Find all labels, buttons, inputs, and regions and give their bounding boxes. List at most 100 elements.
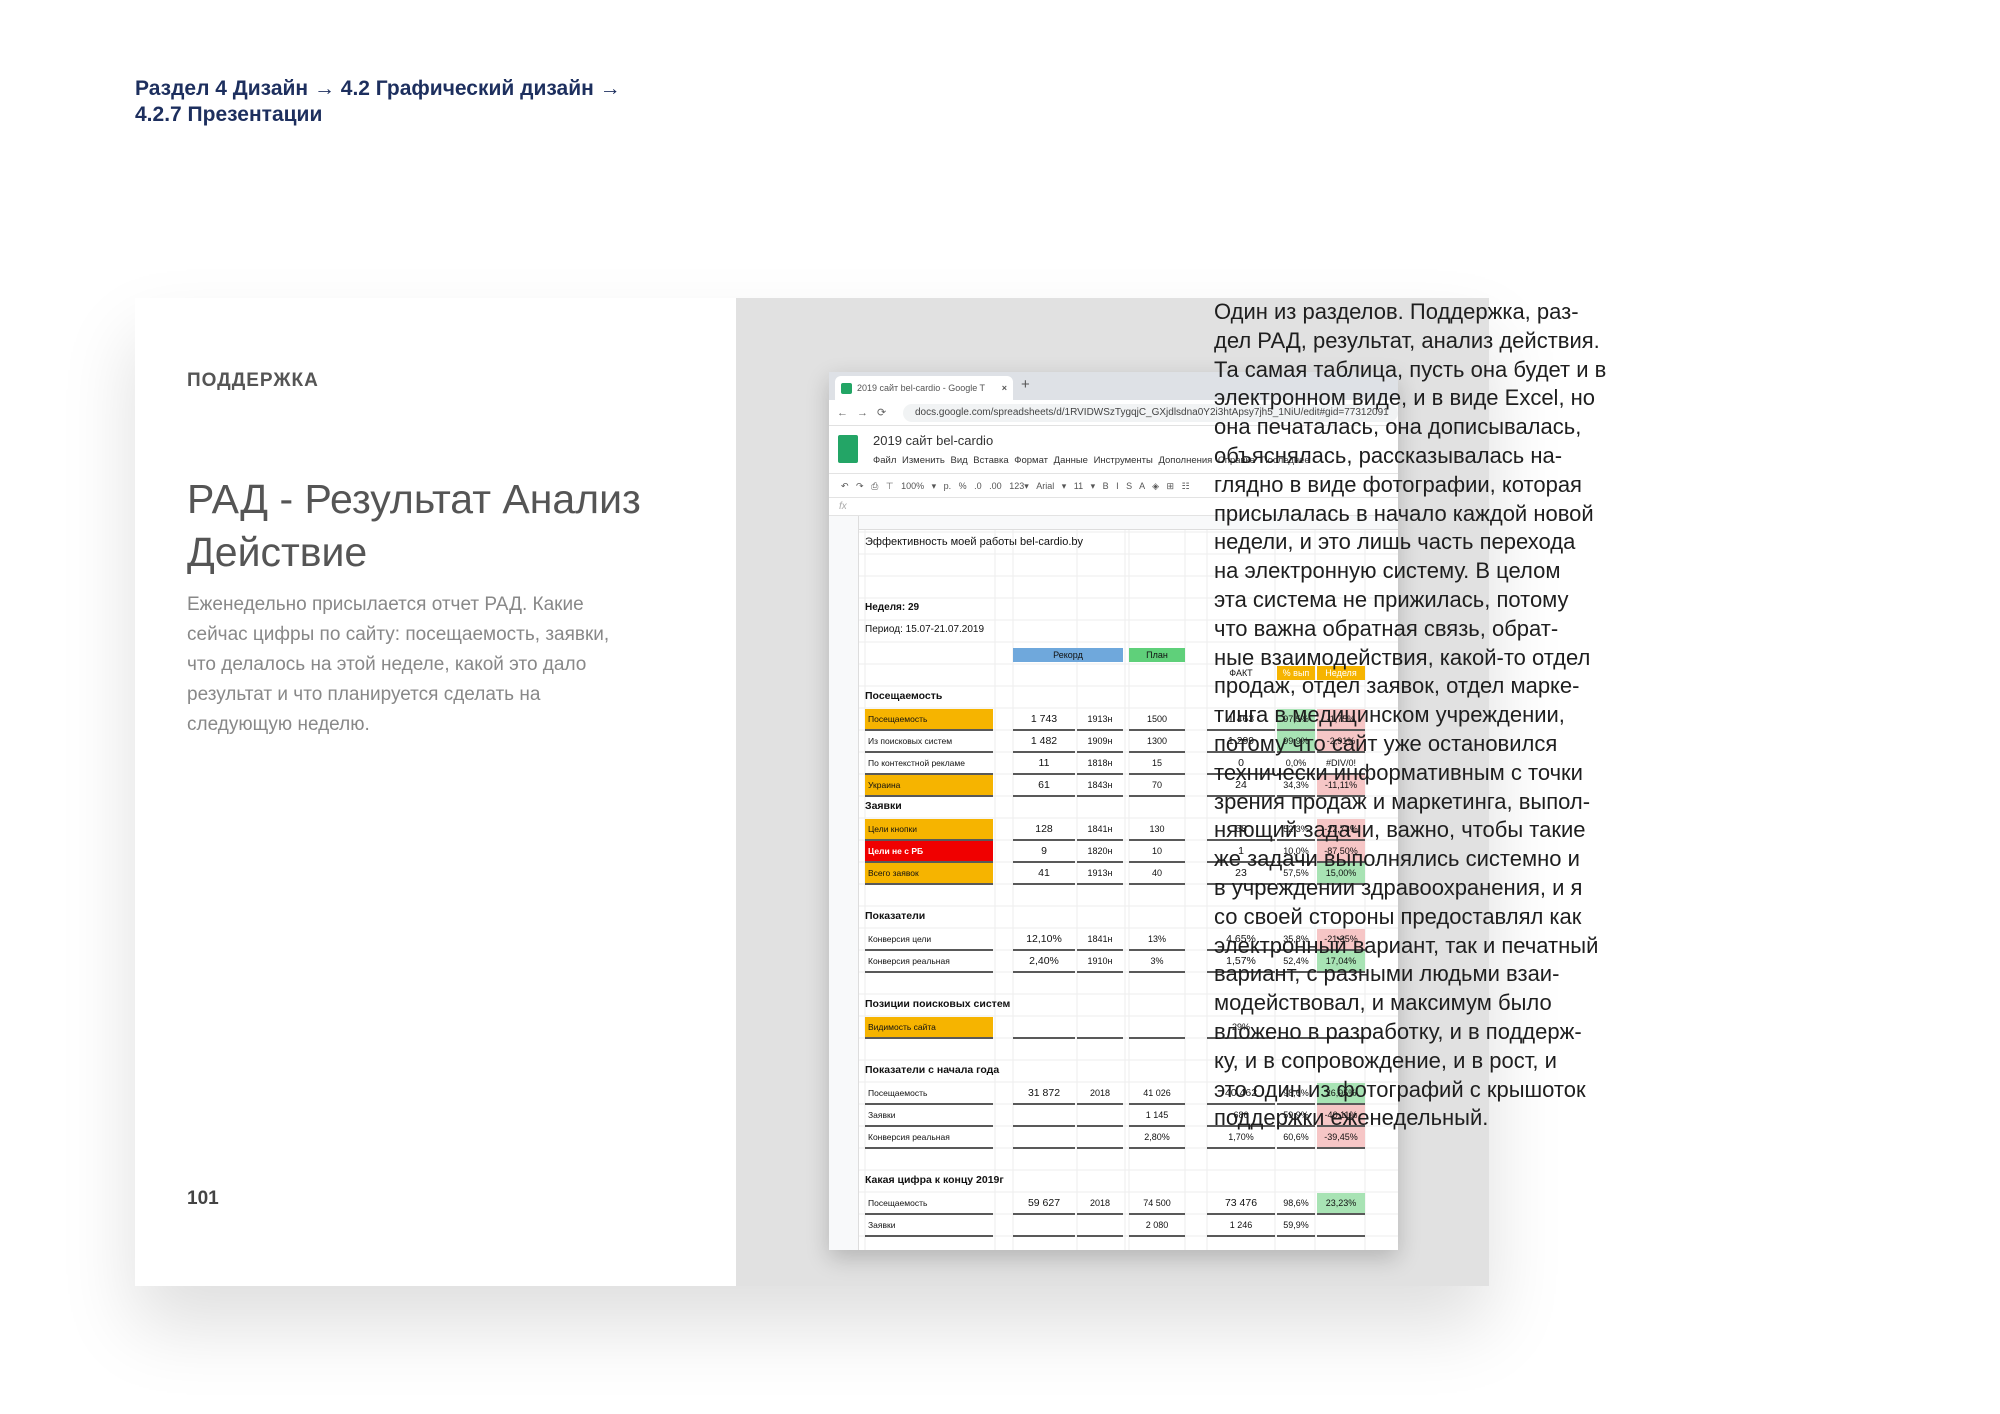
sheet-cell: 12,10%	[1026, 933, 1062, 945]
sheet-cell: Заявки	[868, 1220, 896, 1230]
sheet-cell: 2 080	[1145, 1220, 1169, 1230]
sheet-cell: 1841н	[1087, 824, 1113, 834]
commentary-line: дел РАД, результат, анализ действия.	[1214, 327, 1600, 353]
sheet-cell: План	[1129, 648, 1185, 662]
breadcrumb-line-1: Раздел 4 Дизайн → 4.2 Графический дизайн…	[135, 77, 621, 100]
sheet-cell: Всего заявок	[865, 863, 993, 883]
commentary-line: вложено в разработку, и в поддерж-	[1214, 1018, 1582, 1044]
commentary-line: няющий задачи, важно, чтобы такие	[1214, 817, 1586, 843]
sheet-cell: 1 246	[1229, 1220, 1253, 1230]
commentary-line: потому что сайт уже остановился	[1214, 730, 1558, 756]
title-line-1: РАД - Результат Анализ	[187, 476, 641, 522]
sheet-cell: 41 026	[1143, 1088, 1171, 1098]
sheet-cell: По контекстной рекламе	[868, 758, 965, 768]
breadcrumb: Раздел 4 Дизайн → 4.2 Графический дизайн…	[135, 76, 621, 128]
sheet-cell: 1 482	[1030, 735, 1058, 747]
commentary-line: Та самая таблица, пусть она будет и в	[1214, 356, 1607, 382]
sheet-cell: 1841н	[1087, 934, 1113, 944]
sheet-cell: Видимость сайта	[865, 1017, 993, 1037]
commentary-line: продаж, отдел заявок, отдел марке-	[1214, 673, 1580, 699]
commentary-line: поддержки еженедельный.	[1214, 1105, 1489, 1131]
sheet-title-cell: Эффективность моей работы bel-cardio.by	[865, 536, 1083, 548]
sheet-cell: 10	[1151, 846, 1162, 856]
description: Еженедельно присылается отчет РАД. Какие…	[187, 590, 647, 740]
sheet-cell: Посещаемость	[868, 1088, 928, 1098]
sheet-cell: Конверсия реальная	[868, 1132, 950, 1142]
section-label: ПОДДЕРЖКА	[187, 370, 319, 391]
sheet-cell: 9	[1041, 845, 1047, 857]
sheet-cell: 1500	[1146, 714, 1168, 724]
new-tab-icon: +	[1021, 376, 1030, 393]
sheet-cell: Рекорд	[1013, 648, 1123, 662]
sheet-cell: 40	[1151, 868, 1162, 878]
sheet-cell: 73 476	[1224, 1197, 1258, 1209]
commentary-line: глядно в виде фотографии, которая	[1214, 471, 1582, 497]
sheet-cell: Показатели	[865, 910, 926, 922]
commentary-line: зрения продаж и маркетинга, выпол-	[1214, 788, 1591, 814]
page-title: РАД - Результат Анализ Действие	[187, 473, 707, 579]
left-page: ПОДДЕРЖКА РАД - Результат Анализ Действи…	[135, 298, 736, 1286]
description-line: что делалось на этой неделе, какой это д…	[187, 654, 587, 675]
sheet-cell: 59,9%	[1283, 1220, 1309, 1230]
description-line: результат и что планируется сделать на	[187, 684, 541, 705]
right-commentary: Один из разделов. Поддержка, раз-дел РАД…	[1214, 298, 1674, 1133]
sheet-cell: 1843н	[1087, 780, 1113, 790]
sheet-cell: 1818н	[1087, 758, 1113, 768]
commentary-line: недели, и это лишь часть перехода	[1214, 529, 1576, 555]
tab-title: 2019 сайт bel-cardio - Google T	[857, 383, 986, 393]
commentary-line: на электронную систему. В целом	[1214, 558, 1561, 584]
sheet-cell: Конверсия цели	[868, 934, 932, 944]
sheet-cell: Период: 15.07-21.07.2019	[865, 624, 985, 635]
commentary-line: объяснялась, рассказывалась на-	[1214, 442, 1563, 468]
sheet-cell: 41	[1038, 867, 1050, 879]
nav-arrows-icon: ←→⟳	[837, 407, 896, 419]
browser-tab: 2019 сайт bel-cardio - Google T ×	[835, 376, 1013, 400]
sheet-cell: 2018	[1089, 1088, 1111, 1098]
sheet-cell: 1300	[1146, 736, 1168, 746]
commentary-line: ку, и в сопровождение, и в рост, и	[1214, 1047, 1557, 1073]
sheet-cell: Неделя: 29	[865, 602, 920, 613]
sheet-cell: Цели не с РБ	[865, 841, 993, 861]
sheet-cell: Посещаемость	[865, 690, 943, 702]
breadcrumb-line-2: 4.2.7 Презентации	[135, 103, 323, 126]
commentary-line: модействовал, и максимум было	[1214, 990, 1552, 1016]
commentary-line: электронный вариант, так и печатный	[1214, 932, 1599, 958]
commentary-line: со своей стороны предоставлял как	[1214, 903, 1582, 929]
description-line: сейчас цифры по сайту: посещаемость, зая…	[187, 624, 610, 645]
sheet-cell: 1910н	[1087, 956, 1113, 966]
sheet-cell: 11	[1038, 757, 1050, 769]
commentary-line: это один из фотографий с крышоток	[1214, 1076, 1586, 1102]
sheet-cell: 2,40%	[1029, 955, 1059, 967]
close-icon: ×	[1001, 383, 1007, 393]
commentary-line: электронном виде, и в виде Excel, но	[1214, 385, 1596, 411]
sheet-cell: 23,23%	[1317, 1193, 1365, 1213]
sheet-cell: 1913н	[1087, 714, 1113, 724]
description-line: следующую неделю.	[187, 714, 370, 735]
sheet-cell: Цели кнопки	[865, 819, 993, 839]
sheet-cell: Заявки	[865, 800, 902, 812]
sheet-cell: 1 145	[1145, 1110, 1169, 1120]
sheets-logo-icon	[838, 435, 858, 463]
sheet-cell: Украина	[865, 775, 993, 795]
page-number: 101	[187, 1188, 219, 1209]
sheet-cell: Какая цифра к концу 2019г	[865, 1174, 1004, 1186]
sheet-cell: 3%	[1150, 956, 1164, 966]
sheet-cell: Из поисковых систем	[868, 736, 953, 746]
commentary-line: что важна обратная связь, обрат-	[1214, 615, 1559, 641]
sheet-cell: Заявки	[868, 1110, 896, 1120]
sheet-cell: Конверсия реальная	[868, 956, 950, 966]
sheet-cell: 2018	[1089, 1198, 1111, 1208]
sheet-cell: 1820н	[1087, 846, 1113, 856]
commentary-line: в учреждении здравоохранения, и я	[1214, 874, 1583, 900]
sheet-cell: 13%	[1147, 934, 1166, 944]
sheet-cell: 130	[1149, 824, 1165, 834]
sheet-cell: Показатели с начала года	[865, 1064, 1000, 1076]
sheet-cell: Позиции поисковых систем	[865, 998, 1011, 1010]
commentary-line: технически информативным с точки	[1214, 759, 1583, 785]
sheet-cell: 1 743	[1030, 713, 1058, 725]
sheet-cell: 70	[1151, 780, 1162, 790]
commentary-line: эта система не прижилась, потому	[1214, 586, 1569, 612]
commentary-line: вариант, с разными людьми взаи-	[1214, 961, 1560, 987]
sheet-cell: 98,6%	[1283, 1198, 1309, 1208]
title-line-2: Действие	[187, 529, 368, 575]
